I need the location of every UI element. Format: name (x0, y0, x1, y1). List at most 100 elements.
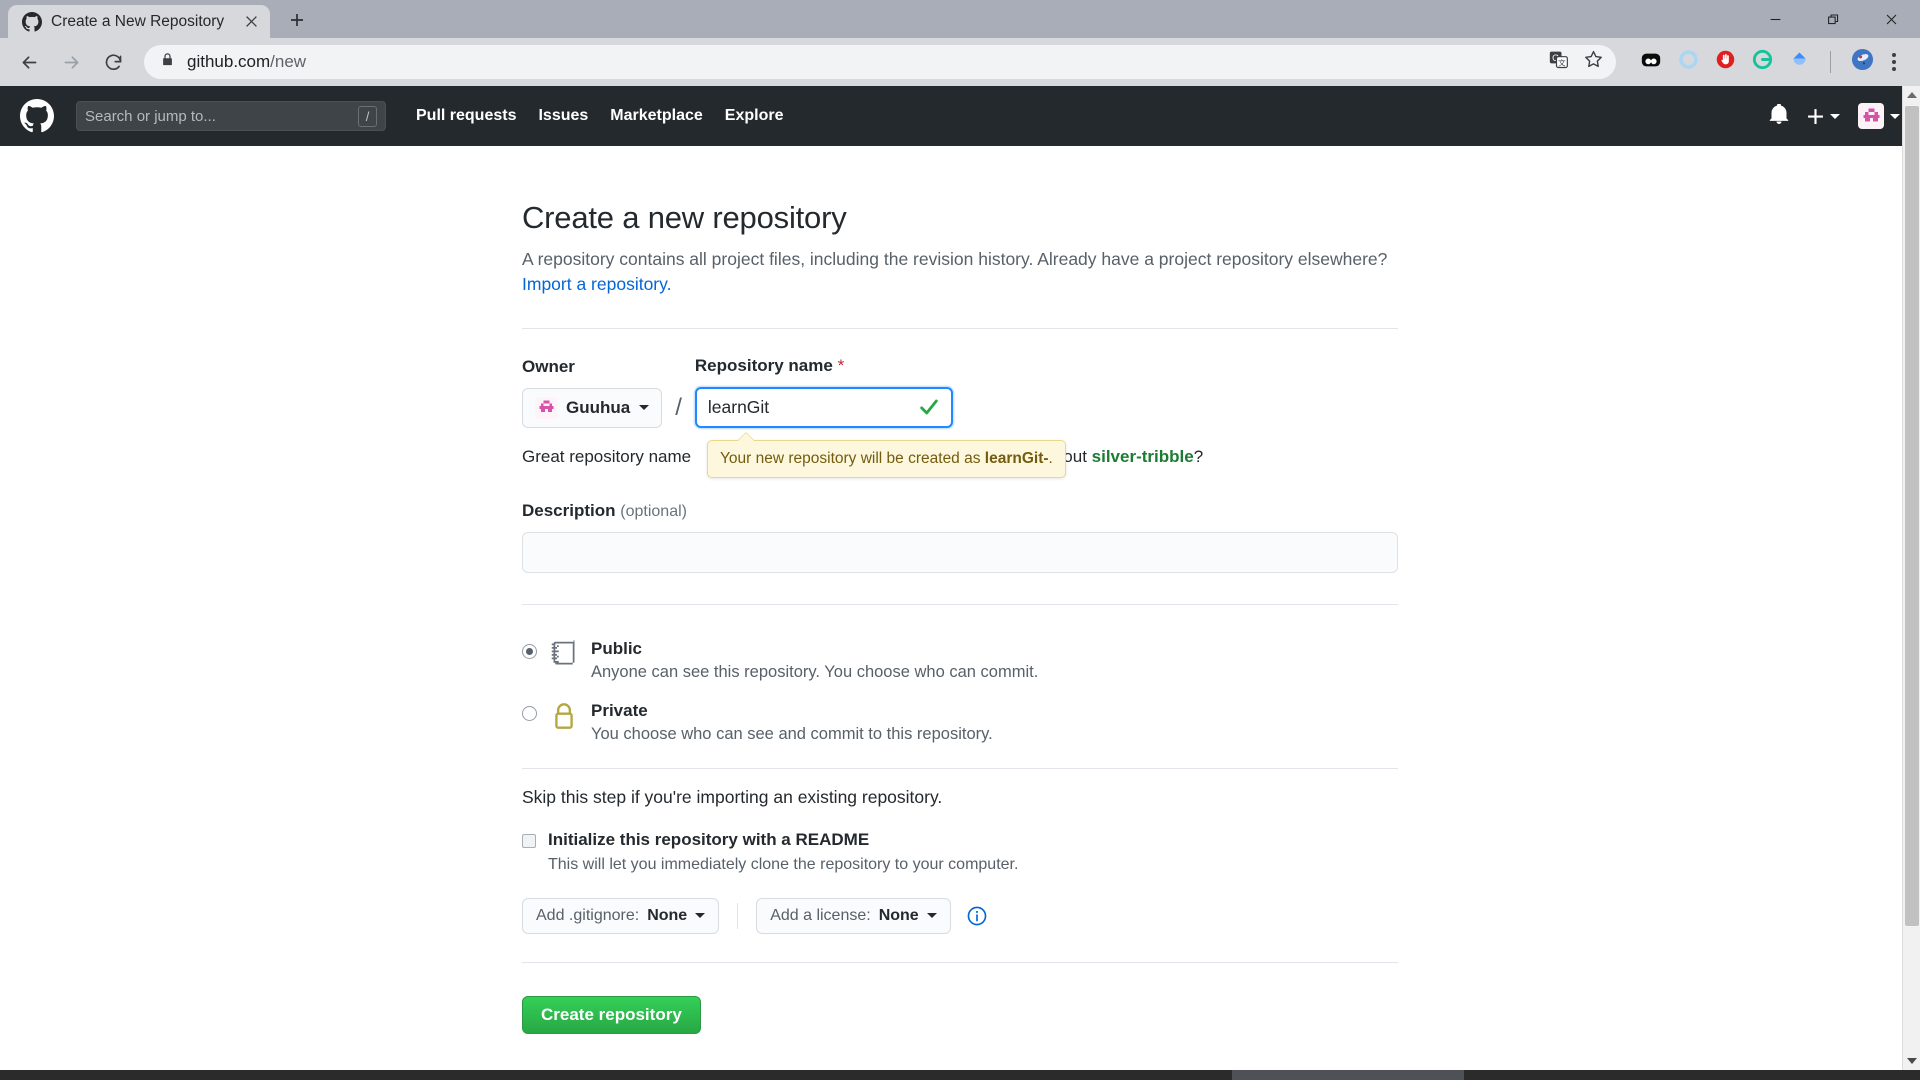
scroll-down-arrow[interactable] (1903, 1052, 1920, 1070)
visibility-option-public[interactable]: Public Anyone can see this repository. Y… (522, 639, 1398, 682)
owner-label: Owner (522, 357, 662, 377)
chevron-down-icon (639, 405, 649, 410)
back-arrow-icon[interactable] (10, 43, 48, 81)
visibility-options: Public Anyone can see this repository. Y… (522, 639, 1398, 744)
divider (522, 328, 1398, 329)
extensions-tray (1628, 48, 1874, 76)
blue-diamond-icon[interactable] (1789, 49, 1810, 75)
close-icon[interactable] (1862, 0, 1920, 38)
visibility-public-text: Public Anyone can see this repository. Y… (591, 639, 1038, 682)
info-circle-icon[interactable] (966, 905, 988, 927)
page-subtitle: A repository contains all project files,… (522, 247, 1398, 297)
readme-option[interactable]: Initialize this repository with a README… (522, 830, 1398, 874)
nav-marketplace[interactable]: Marketplace (610, 107, 703, 125)
visibility-private-desc: You choose who can see and commit to thi… (591, 725, 993, 744)
page-scrollbar[interactable] (1902, 86, 1920, 1070)
visibility-public-title: Public (591, 639, 1038, 659)
initialization-options: Skip this step if you're importing an ex… (522, 787, 1398, 934)
visibility-private-title: Private (591, 701, 993, 721)
taskbar-item[interactable] (1232, 1070, 1464, 1080)
owner-name: Guuhua (566, 398, 630, 418)
scrollbar-thumb[interactable] (1905, 106, 1919, 926)
radio-private[interactable] (522, 706, 537, 721)
browser-toolbar: github.com/new G文 (0, 38, 1920, 86)
divider (522, 604, 1398, 605)
chevron-down-icon (695, 913, 705, 918)
description-label: Description (optional) (522, 501, 1398, 521)
repo-name-input[interactable]: learnGit (695, 387, 953, 428)
tab-strip: Create a New Repository (0, 0, 1920, 38)
three-dots-menu-icon[interactable] (1878, 45, 1910, 79)
readme-desc: This will let you immediately clone the … (548, 856, 1018, 874)
svg-text:文: 文 (1558, 57, 1566, 67)
minimize-icon[interactable] (1746, 0, 1804, 38)
close-icon[interactable] (240, 11, 262, 33)
repo-name-suggestion[interactable]: silver-tribble (1092, 447, 1194, 466)
visibility-public-desc: Anyone can see this repository. You choo… (591, 663, 1038, 682)
search-placeholder: Search or jump to... (85, 108, 358, 125)
owner-field: Owner Guuhua (522, 357, 662, 428)
create-new-menu[interactable] (1807, 108, 1840, 125)
tooltip-repo-name: learnGit- (985, 450, 1049, 467)
lock-icon (160, 52, 175, 72)
visibility-private-text: Private You choose who can see and commi… (591, 701, 993, 744)
reload-icon[interactable] (94, 43, 132, 81)
repo-name-hint: Great repository namesssssssssssssssssss… (522, 447, 1398, 467)
gitignore-select[interactable]: Add .gitignore: None (522, 898, 719, 934)
repo-name-tooltip: Your new repository will be created as l… (707, 440, 1066, 478)
hint-before: Great repository name (522, 447, 691, 466)
repo-name-label: Repository name * (695, 356, 953, 376)
dark-reader-icon[interactable] (1640, 49, 1662, 76)
adblock-stop-hand-icon[interactable] (1715, 49, 1736, 75)
forward-arrow-icon (52, 43, 90, 81)
translate-icon[interactable]: G文 (1549, 50, 1569, 75)
scroll-up-arrow[interactable] (1903, 86, 1920, 104)
description-input[interactable] (522, 532, 1398, 573)
gitignore-value: None (647, 907, 687, 925)
chevron-down-icon (927, 913, 937, 918)
grammarly-icon[interactable] (1752, 49, 1773, 75)
license-prefix: Add a license: (770, 907, 871, 925)
header-actions (1769, 103, 1900, 129)
star-icon[interactable] (1583, 49, 1604, 75)
required-marker: * (838, 356, 845, 375)
create-repository-button[interactable]: Create repository (522, 996, 701, 1034)
tab-title: Create a New Repository (51, 13, 231, 31)
nav-issues[interactable]: Issues (538, 107, 588, 125)
browser-window: Create a New Repository (0, 0, 1920, 1080)
bell-icon[interactable] (1769, 104, 1789, 129)
green-check-icon (918, 396, 940, 418)
profile-avatar-icon[interactable] (1851, 48, 1874, 76)
nav-pull-requests[interactable]: Pull requests (416, 107, 516, 125)
readme-checkbox[interactable] (522, 834, 536, 848)
browser-tab[interactable]: Create a New Repository (8, 5, 270, 38)
select-divider (737, 903, 738, 929)
nav-explore[interactable]: Explore (725, 107, 784, 125)
owner-select-button[interactable]: Guuhua (522, 388, 662, 428)
github-mark-icon[interactable] (20, 99, 54, 133)
repo-name-field: Repository name * learnGit (695, 356, 953, 428)
tooltip-suffix: . (1049, 450, 1053, 467)
owner-identicon (535, 397, 557, 419)
license-select[interactable]: Add a license: None (756, 898, 951, 934)
user-avatar-icon (1858, 103, 1884, 129)
readme-text: Initialize this repository with a README… (548, 830, 1018, 874)
divider (522, 962, 1398, 963)
chevron-down-icon (1830, 114, 1840, 119)
search-input[interactable]: Search or jump to... / (76, 101, 386, 131)
gitignore-prefix: Add .gitignore: (536, 907, 639, 925)
visibility-option-private[interactable]: Private You choose who can see and commi… (522, 701, 1398, 744)
import-repository-link[interactable]: Import a repository. (522, 274, 671, 294)
new-repo-form: Create a new repository A repository con… (0, 146, 1920, 1070)
skip-step-text: Skip this step if you're importing an ex… (522, 787, 1398, 808)
user-menu[interactable] (1858, 103, 1900, 129)
restore-icon[interactable] (1804, 0, 1862, 38)
address-bar[interactable]: github.com/new G文 (144, 45, 1616, 79)
template-selects: Add .gitignore: None Add a license: None (522, 898, 1398, 934)
github-icon (22, 12, 42, 32)
page-title: Create a new repository (522, 200, 1398, 236)
new-tab-button[interactable] (280, 3, 314, 37)
radio-public[interactable] (522, 644, 537, 659)
blue-ring-icon[interactable] (1678, 49, 1699, 75)
os-taskbar (0, 1070, 1920, 1080)
